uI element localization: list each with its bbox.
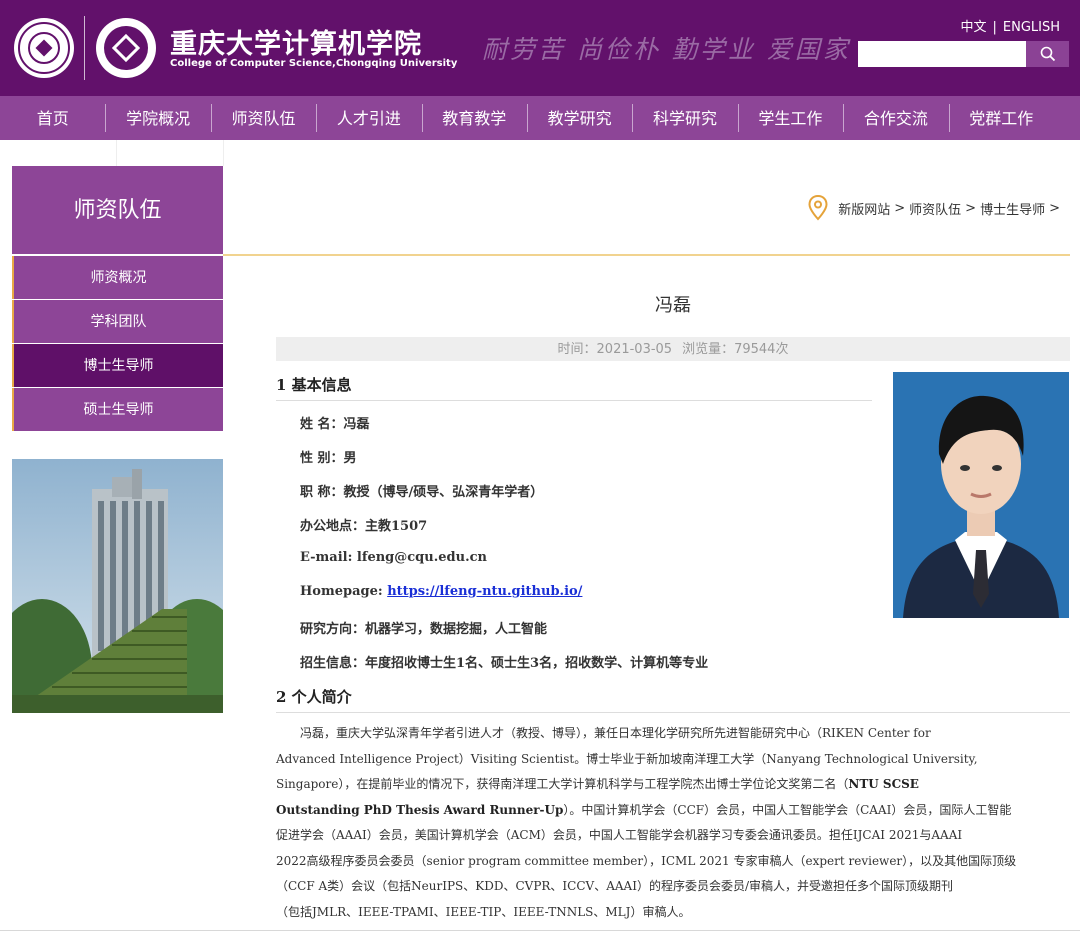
- bio-line: 冯磊，重庆大学弘深青年学者引进人才（教授、博导），兼任日本理化学研究所先进智能研…: [300, 726, 931, 740]
- bio-line: Singapore），在提前毕业的情况下，获得南洋理工大学计算机科学与工程学院杰…: [276, 772, 1070, 798]
- info-title: 职 称：教授（博导/硕导、弘深青年学者）: [300, 485, 544, 500]
- breadcrumb-separator: >: [965, 200, 977, 216]
- bio-line: （CCF A类）会议（包括NeurIPS、KDD、CVPR、ICCV、AAAI）…: [276, 879, 953, 893]
- sidebar-item-discipline-teams[interactable]: 学科团队: [12, 300, 223, 343]
- breadcrumb-underline: [223, 254, 1070, 256]
- bio-text: Singapore），在提前毕业的情况下，获得南洋理工大学计算机科学与工程学院杰…: [276, 777, 849, 791]
- nav-item-recruitment[interactable]: 人才引进: [316, 96, 421, 140]
- section-heading-profile: 2 个人简介: [276, 686, 1070, 713]
- breadcrumb-separator: >: [1049, 200, 1060, 216]
- homepage-link[interactable]: https://lfeng-ntu.github.io/: [387, 584, 582, 599]
- breadcrumb-link-home[interactable]: 新版网站: [838, 199, 890, 218]
- search-icon: [1040, 46, 1055, 62]
- sidebar-item-faculty-overview[interactable]: 师资概况: [12, 256, 223, 299]
- language-switcher: 中文 | ENGLISH: [960, 16, 1060, 35]
- campus-building-image: [12, 459, 223, 713]
- school-motto: 耐劳苦 尚俭朴 勤学业 爱国家: [482, 35, 851, 64]
- breadcrumb-link-phd-supervisors[interactable]: 博士生导师: [980, 199, 1045, 218]
- bio-line: Outstanding PhD Thesis Award Runner-Up）。…: [276, 798, 1070, 824]
- logo-divider: [84, 16, 85, 80]
- breadcrumb-link-faculty[interactable]: 师资队伍: [909, 199, 961, 218]
- location-pin-icon: [808, 195, 828, 221]
- bio-award-emphasis: Outstanding PhD Thesis Award Runner-Up: [276, 802, 564, 817]
- nav-item-faculty[interactable]: 师资队伍: [210, 96, 316, 140]
- site-title-en: College of Computer Science,Chongqing Un…: [170, 58, 458, 69]
- info-email: E-mail: lfeng@cqu.edu.cn: [300, 550, 487, 565]
- nav-item-about[interactable]: 学院概况: [105, 96, 210, 140]
- bio-line: 2022高级程序委员会委员（senior program committee m…: [276, 853, 1017, 868]
- sidebar-item-master-supervisors[interactable]: 硕士生导师: [12, 388, 223, 431]
- section-heading-basic-info: 1 基本信息: [276, 374, 872, 401]
- biography-text: 冯磊，重庆大学弘深青年学者引进人才（教授、博导），兼任日本理化学研究所先进智能研…: [276, 721, 1070, 925]
- article-meta: 时间：2021-03-05 浏览量：79544次: [276, 337, 1070, 361]
- university-seal-icon[interactable]: [14, 18, 74, 78]
- view-count: 浏览量：79544次: [682, 342, 789, 357]
- footer-divider: [0, 930, 1080, 931]
- main-nav: 首页 学院概况 师资队伍 人才引进 教育教学 教学研究 科学研究 学生工作 合作…: [0, 96, 1080, 140]
- sidebar-menu: 师资概况 学科团队 博士生导师 硕士生导师: [12, 256, 223, 432]
- info-gender: 性 别：男: [300, 451, 357, 466]
- bio-text: ）。中国计算机学会（CCF）会员，中国人工智能学会（CAAI）会员，国际人工智能: [563, 802, 1012, 817]
- nav-item-teaching-research[interactable]: 教学研究: [526, 96, 632, 140]
- lang-separator: |: [992, 20, 997, 35]
- nav-item-home[interactable]: 首页: [0, 96, 105, 140]
- nav-item-research[interactable]: 科学研究: [632, 96, 737, 140]
- info-homepage: Homepage: https://lfeng-ntu.github.io/: [300, 584, 582, 599]
- site-title-cn[interactable]: 重庆大学计算机学院: [170, 22, 422, 61]
- nav-item-students[interactable]: 学生工作: [737, 96, 843, 140]
- bio-line: （包括JMLR、IEEE-TPAMI、IEEE-TIP、IEEE-TNNLS、M…: [276, 904, 691, 919]
- lang-english-link[interactable]: ENGLISH: [1003, 20, 1060, 35]
- breadcrumb: 新版网站 > 师资队伍 > 博士生导师 >: [808, 195, 1064, 221]
- bio-award-emphasis: NTU SCSE: [848, 777, 919, 791]
- bio-line: Advanced Intelligence Project）Visiting S…: [276, 751, 978, 766]
- info-research-areas: 研究方向：机器学习，数据挖掘，人工智能: [300, 622, 548, 637]
- info-office: 办公地点：主教1507: [300, 519, 428, 534]
- publish-time: 时间：2021-03-05: [557, 342, 673, 357]
- homepage-label: Homepage:: [300, 584, 383, 599]
- site-header: 重庆大学计算机学院 College of Computer Science,Ch…: [0, 0, 1080, 96]
- sidebar-item-phd-supervisors[interactable]: 博士生导师: [12, 344, 223, 387]
- profile-photo: [893, 372, 1069, 618]
- search-button[interactable]: [1026, 41, 1069, 67]
- breadcrumb-separator: >: [894, 200, 906, 216]
- info-name: 姓 名：冯磊: [300, 417, 370, 432]
- article-title: 冯磊: [655, 295, 691, 316]
- search-input[interactable]: [858, 41, 1026, 67]
- college-emblem-icon[interactable]: [96, 18, 156, 78]
- sidebar-heading: 师资队伍: [12, 166, 223, 254]
- info-admissions: 招生信息：年度招收博士生1名、硕士生3名，招收数学、计算机等专业: [300, 656, 709, 671]
- nav-item-education[interactable]: 教育教学: [421, 96, 527, 140]
- subnav-divider: [116, 140, 224, 166]
- nav-item-cooperation[interactable]: 合作交流: [843, 96, 948, 140]
- bio-line: 促进学会（AAAI）会员，美国计算机学会（ACM）会员，中国人工智能学会机器学习…: [276, 828, 963, 842]
- nav-item-party[interactable]: 党群工作: [948, 96, 1054, 140]
- lang-chinese-link[interactable]: 中文: [960, 20, 986, 35]
